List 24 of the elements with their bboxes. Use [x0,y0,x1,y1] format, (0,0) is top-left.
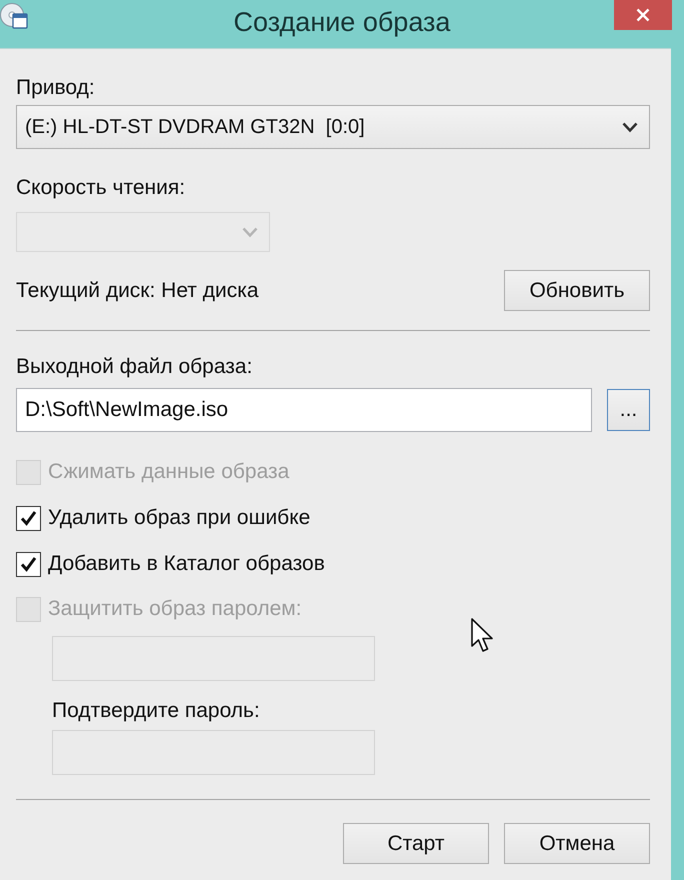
checkbox[interactable] [16,552,41,576]
browse-button[interactable]: ... [607,389,650,431]
output-file-field[interactable]: D:\Soft\NewImage.iso [16,388,592,432]
window-title: Создание образа [234,6,450,39]
checkbox-label[interactable]: Удалить образ при ошибке [48,506,310,530]
drive-dropdown[interactable]: (E:) HL-DT-ST DVDRAM GT32N [0:0] [16,105,650,149]
chevron-down-icon [622,122,638,132]
checkmark-icon [20,556,37,572]
current-disc-text: Текущий диск: Нет диска [16,278,259,302]
checkmark-icon [20,510,37,526]
chevron-down-icon [242,226,258,238]
checkbox-label[interactable]: Добавить в Каталог образов [48,552,325,576]
disc-app-icon [0,2,28,30]
refresh-button[interactable]: Обновить [504,270,650,311]
close-icon [636,8,650,22]
mouse-pointer-icon [471,618,495,654]
dialog-button[interactable]: Отмена [504,823,650,864]
close-button[interactable] [614,0,672,30]
drive-label: Привод: [16,76,95,100]
checkbox[interactable] [16,506,41,530]
dialog-button[interactable]: Старт [343,823,489,864]
output-file-label: Выходной файл образа: [16,355,252,379]
read-speed-label: Скорость чтения: [16,176,186,200]
confirm-password-label: Подтвердите пароль: [52,699,260,723]
